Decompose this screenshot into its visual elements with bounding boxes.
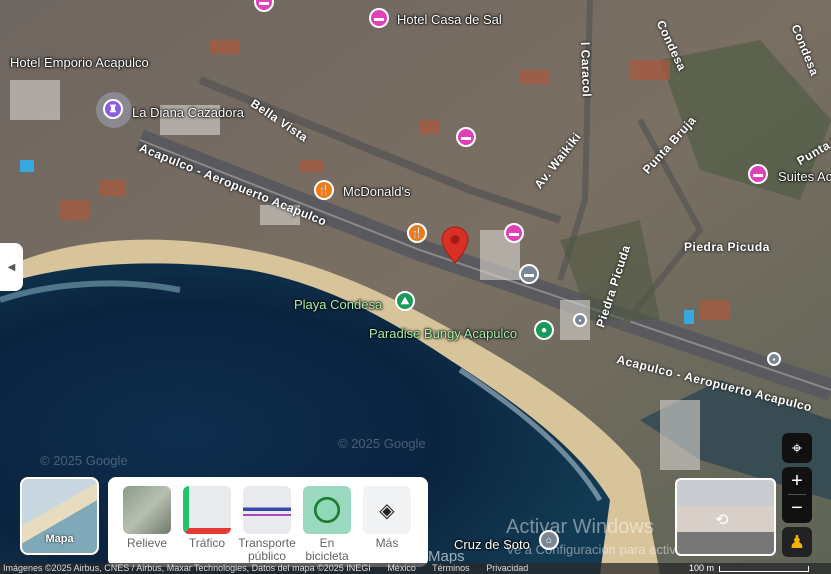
hotel-pin[interactable]: ▬: [519, 264, 539, 284]
rotate-360-icon: ⟲: [715, 512, 729, 529]
place-label-hotel-casa-de-sal[interactable]: Hotel Casa de Sal: [397, 12, 502, 27]
layers-icon: ◈: [363, 486, 411, 534]
selected-location-pin-icon[interactable]: [441, 226, 469, 264]
hotel-pin[interactable]: ▬: [369, 8, 389, 28]
restaurant-pin[interactable]: 🍴: [407, 223, 427, 243]
scale-label[interactable]: 100 m: [689, 563, 714, 574]
restaurant-pin[interactable]: 🍴: [314, 180, 334, 200]
hotel-pin[interactable]: ▬: [456, 127, 476, 147]
layers-panel: Relieve Tráfico Transporte público En bi…: [108, 477, 428, 567]
bus-stop-icon[interactable]: ▪: [767, 352, 781, 366]
relief-thumbnail-icon: [123, 486, 171, 534]
place-label-la-diana[interactable]: La Diana Cazadora: [132, 105, 244, 120]
map-watermark: © 2025 Google: [338, 436, 426, 451]
zoom-in-button[interactable]: +: [788, 468, 806, 495]
monument-pin[interactable]: ♜: [103, 99, 123, 119]
footer-bar: Imágenes ©2025 Airbus, CNES / Airbus, Ma…: [0, 563, 831, 574]
layer-transit[interactable]: Transporte público: [238, 486, 296, 567]
chevron-left-icon: ◀: [7, 261, 16, 273]
pegman-icon: ♟: [788, 531, 806, 552]
crosshair-icon: ⌖: [791, 437, 803, 458]
place-label-suites[interactable]: Suites Ac: [778, 169, 831, 184]
attribution: Imágenes ©2025 Airbus, CNES / Airbus, Ma…: [3, 563, 371, 573]
road-label-caracol: l Caracol: [578, 41, 594, 98]
place-label-mcdonalds[interactable]: McDonald's: [343, 184, 411, 199]
layer-more[interactable]: ◈ Más: [363, 486, 411, 567]
country-link[interactable]: México: [387, 563, 416, 573]
street-view-preview[interactable]: ⟲: [675, 478, 776, 556]
pegman-button[interactable]: ♟: [782, 527, 812, 557]
traffic-thumbnail-icon: [183, 486, 231, 534]
road-label-piedra-picuda: Piedra Picuda: [684, 240, 770, 254]
basemap-toggle-label: Mapa: [45, 533, 74, 545]
windows-activation-title: Activar Windows: [506, 516, 654, 538]
place-label-playa-condesa[interactable]: Playa Condesa: [294, 297, 382, 312]
hotel-pin[interactable]: ▬: [748, 164, 768, 184]
scale-bar: [719, 566, 809, 572]
my-location-button[interactable]: ⌖: [782, 433, 812, 463]
bus-stop-icon[interactable]: ▪: [573, 313, 587, 327]
layer-traffic[interactable]: Tráfico: [183, 486, 231, 567]
hotel-pin[interactable]: ▬: [504, 223, 524, 243]
basemap-toggle-button[interactable]: Mapa: [20, 477, 99, 555]
park-pin[interactable]: ⛰: [395, 291, 415, 311]
privacy-link[interactable]: Privacidad: [486, 563, 528, 573]
transit-thumbnail-icon: [243, 486, 291, 534]
zoom-controls: + −: [782, 467, 812, 523]
park-pin[interactable]: ●: [534, 320, 554, 340]
terms-link[interactable]: Términos: [432, 563, 470, 573]
layer-bicycle[interactable]: En bicicleta: [303, 486, 351, 567]
layer-relief[interactable]: Relieve: [123, 486, 171, 567]
place-label-paradise-bungy[interactable]: Paradise Bungy Acapulco: [369, 326, 517, 341]
collapse-panel-button[interactable]: ◀: [0, 243, 23, 291]
zoom-out-button[interactable]: −: [791, 495, 803, 522]
bicycle-thumbnail-icon: [303, 486, 351, 534]
map-watermark: © 2025 Google: [40, 453, 128, 468]
place-label-hotel-emporio[interactable]: Hotel Emporio Acapulco: [10, 55, 149, 70]
